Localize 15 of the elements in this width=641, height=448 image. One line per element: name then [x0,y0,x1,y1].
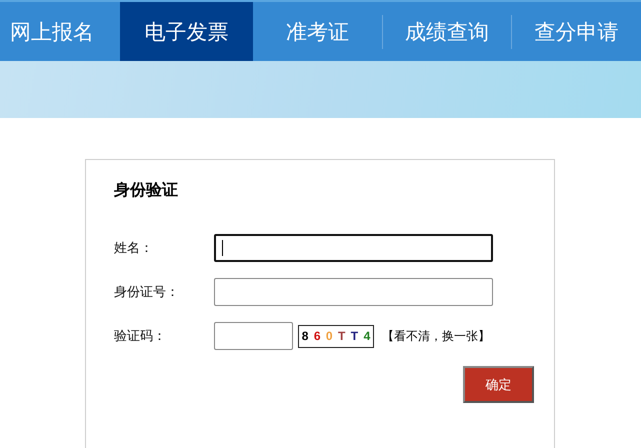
form-title: 身份验证 [114,180,179,201]
input-field[interactable] [214,278,493,306]
field-label: 验证码： [114,328,167,345]
nav-tab[interactable]: 准考证 [253,2,382,61]
nav-tab[interactable]: 查分申请 [512,2,641,61]
refresh-captcha-link[interactable]: 【看不清，换一张】 [382,328,490,344]
input-field[interactable] [214,234,493,262]
nav-tab[interactable]: 电子发票 [120,2,253,61]
confirm-button[interactable]: 确定 [463,366,534,403]
field-label: 姓名： [114,240,154,257]
nav-tab[interactable]: 网上报名 [0,2,120,61]
field-label: 身份证号： [114,284,180,301]
captcha-image[interactable]: 8 6 0 T T 4 [298,324,374,348]
captcha-field[interactable] [214,322,293,350]
nav-tab[interactable]: 成绩查询 [382,2,512,61]
